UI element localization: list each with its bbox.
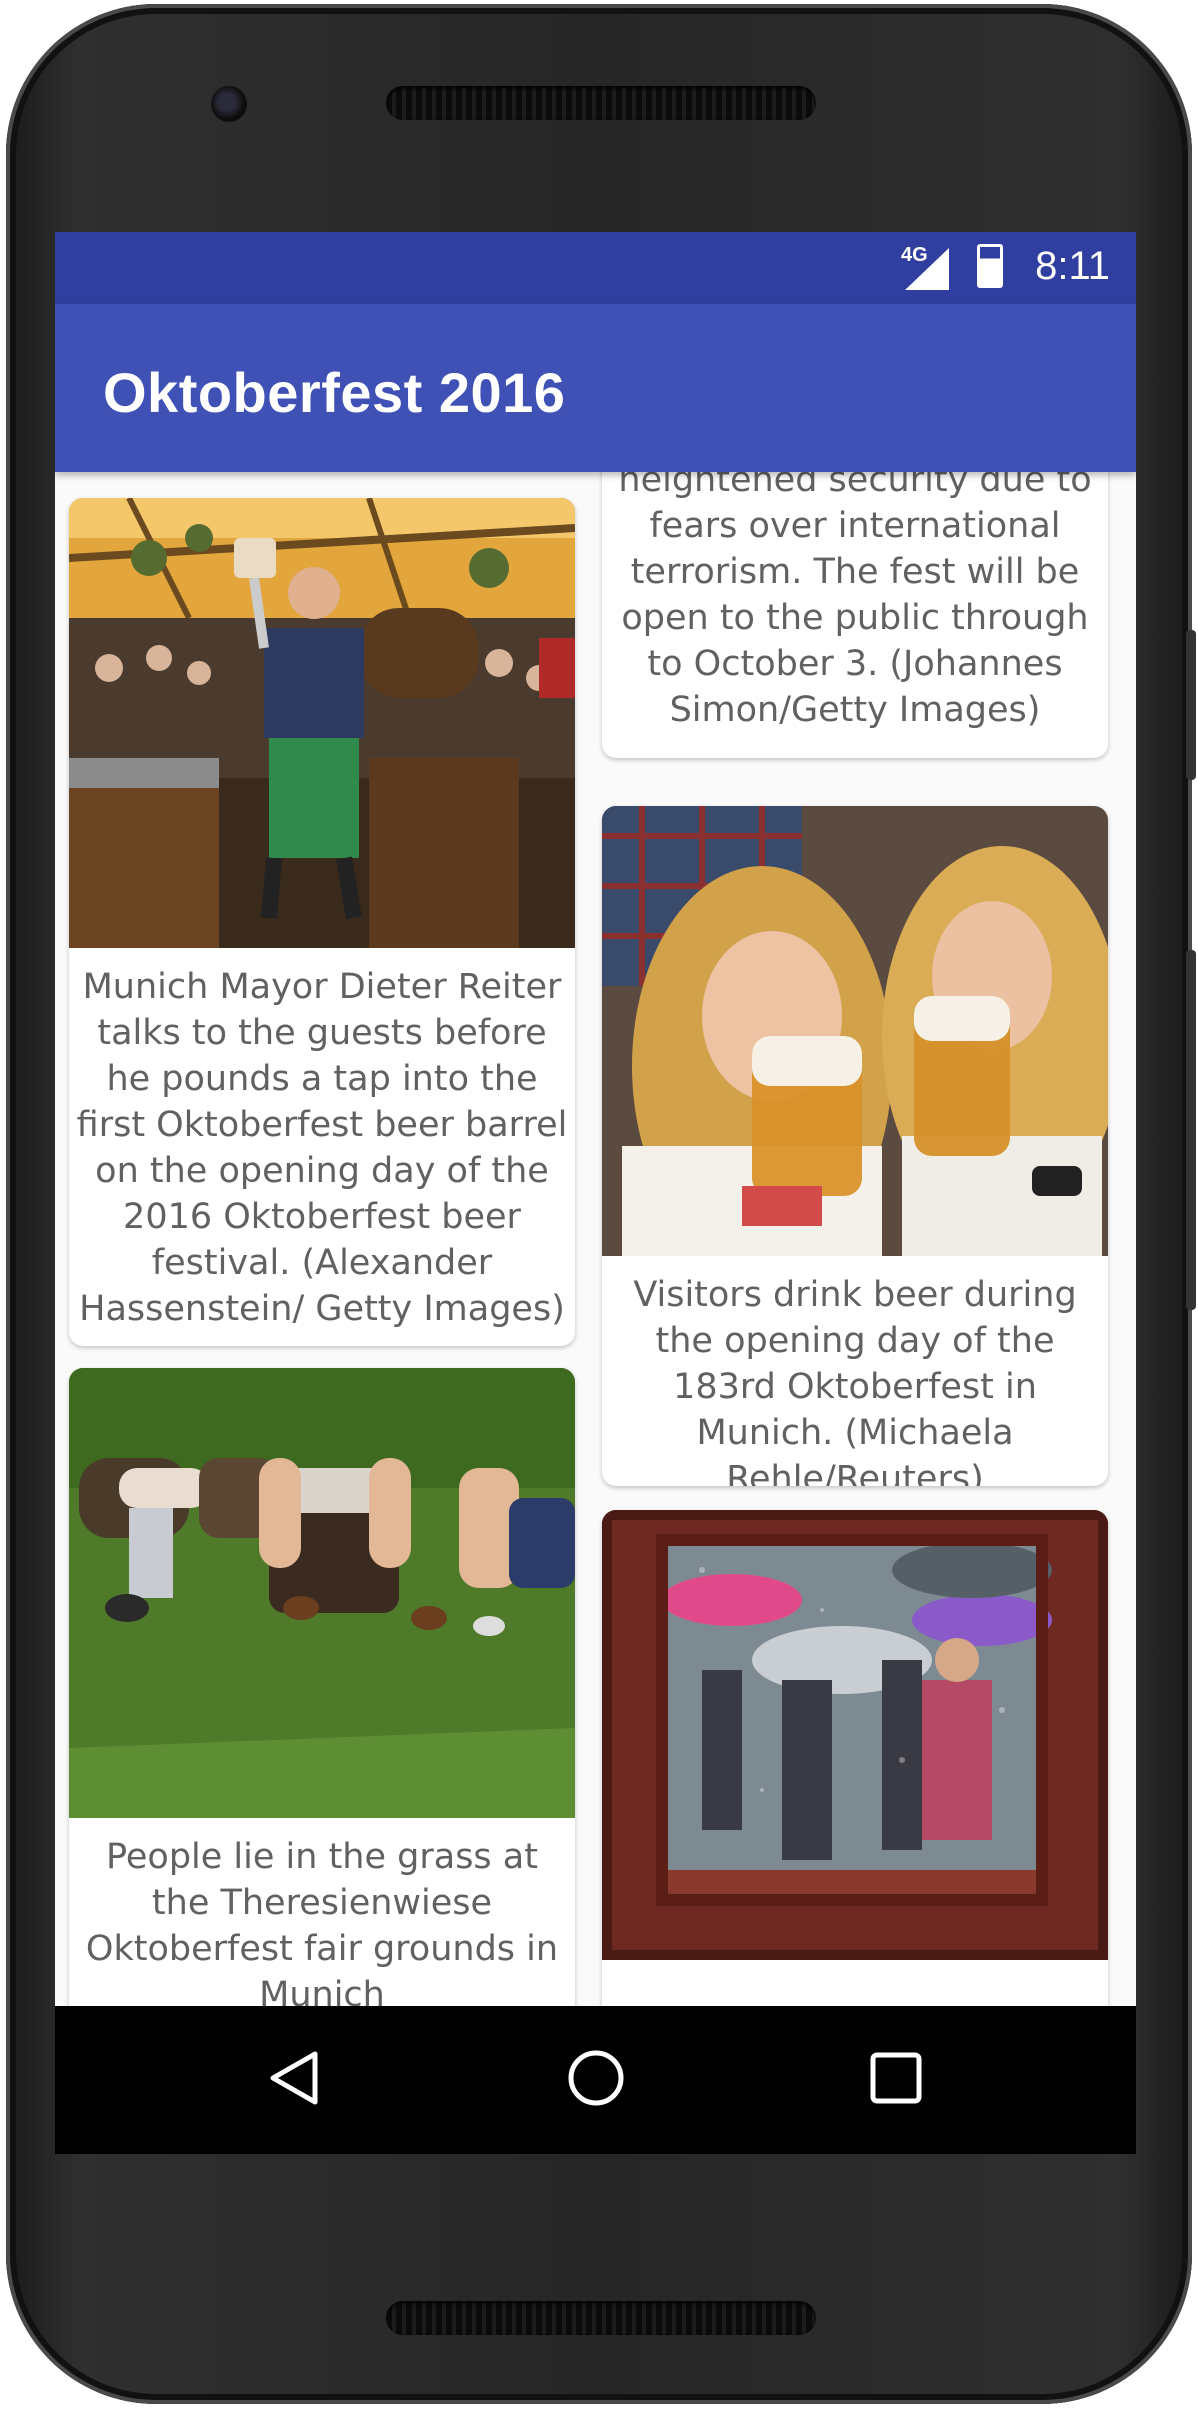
device-screen: 4G 8:11 Oktoberfest 2016 Munich Mayor Di… [55,232,1136,2154]
photo-card[interactable]: People lie in the grass at the Theresien… [69,1368,575,2006]
photo-card[interactable]: is taking place under heightened securit… [602,472,1108,758]
home-icon[interactable] [566,2048,626,2108]
signal-icon [905,248,949,290]
photo-mayor-tapping-barrel [69,498,575,948]
status-bar: 4G 8:11 [55,232,1136,304]
front-camera [211,86,247,122]
photo-feed[interactable]: Munich Mayor Dieter Reiter talks to the … [55,472,1136,2006]
battery-icon [977,244,1003,288]
photo-card[interactable] [602,1510,1108,2006]
photo-caption: Visitors drink beer during the opening d… [633,1275,1077,1486]
back-icon[interactable] [265,2048,325,2108]
photo-card[interactable]: Munich Mayor Dieter Reiter talks to the … [69,498,575,1346]
photo-rainy-window [602,1510,1108,1960]
app-bar: Oktoberfest 2016 [55,304,1136,472]
power-button [1186,630,1196,780]
recents-icon[interactable] [866,2048,926,2108]
photo-card[interactable]: Visitors drink beer during the opening d… [602,806,1108,1486]
earpiece-speaker [386,86,816,120]
photo-caption: is taking place under heightened securit… [618,472,1092,730]
navigation-bar [55,2006,1136,2154]
photo-caption: Munich Mayor Dieter Reiter talks to the … [76,967,568,1329]
photo-visitors-drinking-beer [602,806,1108,1256]
bottom-speaker [386,2301,816,2335]
volume-button [1186,950,1196,1310]
photo-caption: People lie in the grass at the Theresien… [85,1837,559,2006]
app-title: Oktoberfest 2016 [103,361,566,424]
status-time: 8:11 [1035,244,1110,288]
photo-people-in-grass [69,1368,575,1818]
